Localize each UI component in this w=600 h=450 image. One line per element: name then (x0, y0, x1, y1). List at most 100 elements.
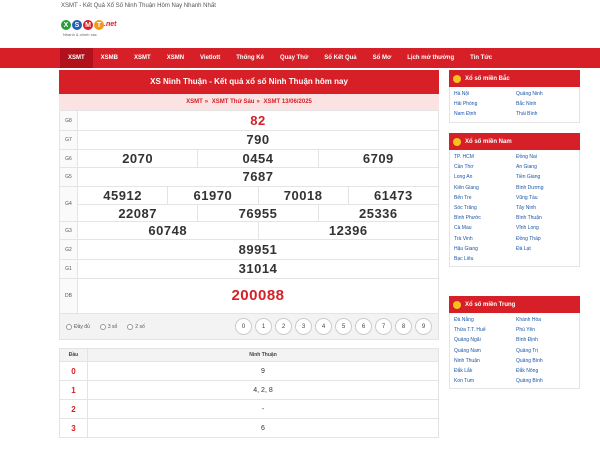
province-link[interactable]: Thái Bình (516, 109, 578, 119)
digit-button[interactable]: 7 (375, 318, 392, 335)
province-link[interactable]: Quảng Bình (516, 376, 578, 386)
province-link[interactable]: Bình Phước (454, 213, 516, 223)
province-link[interactable]: Đắk Nông (516, 366, 578, 376)
nav-item[interactable]: Sổ Kết Quả (316, 48, 364, 68)
results-title: XS Ninh Thuận - Kết quả xổ số Ninh Thuận… (59, 70, 439, 94)
nav-item[interactable]: XSMT (60, 48, 93, 68)
province-link[interactable]: Hậu Giang (454, 244, 516, 254)
province-link[interactable]: Quảng Trị (516, 346, 578, 356)
sidebar-box: Xổ số miền Bắc Hà Nội Quảng Ninh Hải Phòng B… (449, 70, 580, 123)
province-link[interactable]: Đà Lạt (516, 244, 578, 254)
province-link[interactable]: Kon Tum (454, 376, 516, 386)
province-link[interactable]: Hải Phòng (454, 99, 516, 109)
digit-button[interactable]: 3 (295, 318, 312, 335)
province-link[interactable]: Long An (454, 172, 516, 182)
province-link[interactable]: Quảng Ninh (516, 89, 578, 99)
province-link[interactable]: Bến Tre (454, 193, 516, 203)
radio-circle[interactable] (66, 323, 72, 330)
province-link[interactable]: Phú Yên (516, 325, 578, 335)
prize-label: G1 (59, 259, 78, 279)
province-link[interactable]: Cần Thơ (454, 162, 516, 172)
prize-cell: 76955 (197, 205, 317, 221)
province-link[interactable]: Ninh Thuận (454, 356, 516, 366)
province-link[interactable]: Quảng Nam (454, 346, 516, 356)
breadcrumb-item[interactable]: XSMT 13/06/2025 (264, 99, 312, 105)
prize-cell: 61970 (167, 187, 257, 204)
prize-row: G8 82 (59, 110, 439, 131)
province-link[interactable]: Bình Định (516, 335, 578, 345)
nav-item[interactable]: Lịch mở thưởng (399, 48, 462, 68)
nav-item[interactable]: Quay Thử (272, 48, 316, 68)
province-link[interactable]: Cà Mau (454, 223, 516, 233)
results-table: G8 82 G7 790 G6 2070 0454 6709 G5 7687 G4 45912 6197… (59, 110, 439, 314)
prize-numbers: 89951 (77, 239, 439, 260)
prize-row: G3 60748 12396 (59, 221, 439, 240)
province-link[interactable]: Đà Nẵng (454, 315, 516, 325)
province-link[interactable]: Trà Vinh (454, 234, 516, 244)
loto-head-digit: 2 (59, 399, 88, 419)
loto-head-digit: 3 (59, 418, 88, 438)
province-link[interactable]: Vĩnh Long (516, 223, 578, 233)
digit-button[interactable]: 0 (235, 318, 252, 335)
province-link[interactable]: Quảng Ngãi (454, 335, 516, 345)
filter-radio[interactable]: Đầy đủ (66, 323, 90, 330)
province-link[interactable]: TP. HCM (454, 152, 516, 162)
prize-number: 22087 (118, 205, 157, 221)
province-link[interactable]: Bình Thuận (516, 213, 578, 223)
nav-item[interactable]: XSMB (93, 48, 126, 68)
province-link[interactable]: Đồng Nai (516, 152, 578, 162)
province-link[interactable]: Vũng Tàu (516, 193, 578, 203)
breadcrumb-item[interactable]: XSMT Thứ Sáu (212, 99, 255, 105)
digit-button[interactable]: 6 (355, 318, 372, 335)
digit-button[interactable]: 8 (395, 318, 412, 335)
digit-button[interactable]: 2 (275, 318, 292, 335)
province-link[interactable]: Khánh Hòa (516, 315, 578, 325)
province-link[interactable]: Thừa T.T. Huế (454, 325, 516, 335)
province-link[interactable]: Tây Ninh (516, 203, 578, 213)
prize-number: 70018 (283, 188, 323, 203)
prize-numbers: 31014 (77, 259, 439, 279)
province-link[interactable]: Hà Nội (454, 89, 516, 99)
province-link[interactable]: Bạc Liêu (454, 254, 516, 264)
prize-cell: 60748 (78, 222, 258, 239)
sidebar-box-title: Xổ số miền Bắc (449, 70, 580, 87)
filter-radio[interactable]: 3 số (99, 323, 118, 330)
prize-number: 31014 (238, 261, 278, 276)
nav-item[interactable]: Sổ Mơ (365, 48, 400, 68)
sidebar-box: Xổ số miền Nam TP. HCM Đồng Nai Cần Thơ An G… (449, 133, 580, 268)
digit-button[interactable]: 4 (315, 318, 332, 335)
nav-item[interactable]: Thống Kê (228, 48, 272, 68)
filter-radio-label: 3 số (107, 323, 118, 330)
prize-number: 6709 (362, 151, 394, 166)
prize-label: G5 (59, 167, 78, 187)
province-link[interactable]: Nam Định (454, 109, 516, 119)
province-link[interactable]: Quảng Bình (516, 356, 578, 366)
prize-cell: 2070 (78, 150, 197, 167)
province-link[interactable]: An Giang (516, 162, 578, 172)
province-link[interactable]: Sóc Trăng (454, 203, 516, 213)
logo-ball: S (72, 20, 82, 30)
province-link[interactable]: Bình Dương (516, 183, 578, 193)
province-link[interactable]: Đắk Lắk (454, 366, 516, 376)
nav-item[interactable]: Tin Tức (462, 48, 500, 68)
filter-radio[interactable]: 2 số (127, 323, 145, 330)
digit-button[interactable]: 1 (255, 318, 272, 335)
breadcrumb-item[interactable]: XSMT (186, 99, 203, 105)
digit-button[interactable]: 9 (415, 318, 432, 335)
site-logo[interactable]: XSMT .net Nhanh & chính xác (61, 20, 123, 40)
nav-item[interactable]: XSMT (126, 48, 159, 68)
nav-item[interactable]: XSMN (159, 48, 192, 68)
digit-button[interactable]: 5 (335, 318, 352, 335)
nav-item[interactable]: Vietlott (192, 48, 228, 68)
loto-tail-digits: 9 (87, 361, 439, 381)
prize-numbers: 60748 12396 (77, 221, 439, 240)
province-link[interactable]: Bắc Ninh (516, 99, 578, 109)
prize-row: G6 2070 0454 6709 (59, 149, 439, 168)
radio-circle[interactable] (127, 323, 134, 330)
province-link[interactable]: Kiên Giang (454, 183, 516, 193)
radio-circle[interactable] (99, 323, 106, 330)
loto-head-digit: 1 (59, 380, 88, 400)
province-link[interactable]: Tiền Giang (516, 172, 578, 182)
sidebar-box-links: TP. HCM Đồng Nai Cần Thơ An Giang Long An Tiề… (449, 150, 580, 268)
province-link[interactable]: Đồng Tháp (516, 234, 578, 244)
